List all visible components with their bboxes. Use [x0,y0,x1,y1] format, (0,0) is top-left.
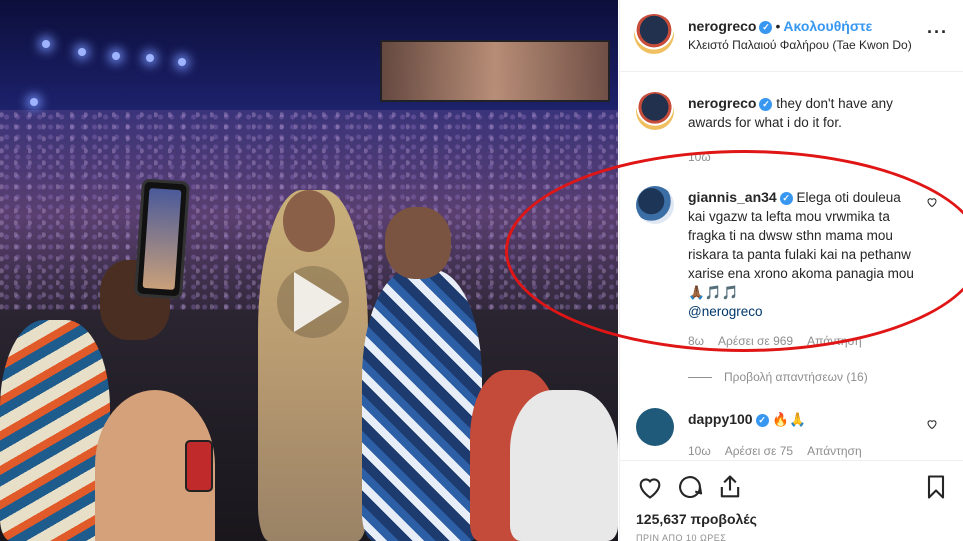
comment-text: Elega oti douleua kai vgazw ta lefta mou… [688,190,914,300]
author-username[interactable]: nerogreco [688,18,756,34]
comment-likes[interactable]: Αρέσει σε 75 [725,444,793,458]
heart-icon[interactable] [926,418,938,430]
comment-text-block: dappy100 ✓ 🔥🙏 [688,410,918,429]
fan-phone [133,178,191,300]
comments-list[interactable]: nerogreco ✓ they don't have any awards fo… [620,72,963,460]
caption-meta: 10ω [688,150,725,164]
performer-left-head [283,190,335,252]
more-options-icon[interactable]: ··· [927,22,948,43]
verified-badge-icon: ✓ [779,192,793,205]
comment-meta: 8ω Αρέσει σε 969 Απάντηση [688,334,876,348]
fan-shirt [0,320,110,541]
comment-text-block: giannis_an34 ✓ Elega oti douleua kai vgaz… [688,188,918,321]
post-media-video[interactable] [0,0,618,541]
comment-reply-button[interactable]: Απάντηση [807,334,862,348]
fan-phone-red [185,440,213,492]
separator-dot: • [775,18,781,34]
caption-text-block: nerogreco ✓ they don't have any awards fo… [688,94,918,132]
share-icon[interactable] [716,473,744,501]
performer-right [362,270,482,541]
heart-icon[interactable] [636,473,664,501]
author-line: nerogreco ✓ • Ακολουθήστε [688,18,872,34]
post-actions: 125,637 προβολές ΠΡΙΝ ΑΠΟ 10 ΩΡΕΣ [620,460,963,541]
author-avatar[interactable] [634,14,674,54]
verified-badge-icon: ✓ [759,21,773,34]
comment-icon[interactable] [676,473,704,501]
comment-avatar[interactable] [636,408,674,446]
view-replies-label: Προβολή απαντήσεων (16) [724,370,868,384]
comment-text: 🔥🙏 [772,412,806,427]
bookmark-icon[interactable] [922,473,950,501]
comment-time[interactable]: 10ω [688,444,711,458]
verified-badge-icon: ✓ [755,414,769,427]
play-icon[interactable] [277,266,349,338]
comment-username[interactable]: dappy100 [688,411,753,427]
post-timestamp: ΠΡΙΝ ΑΠΟ 10 ΩΡΕΣ [636,533,727,541]
follow-button[interactable]: Ακολουθήστε [783,18,872,34]
replies-line [688,376,712,378]
comment-likes[interactable]: Αρέσει σε 969 [718,334,793,348]
comment-mention-link[interactable]: @nerogreco [688,304,763,319]
view-replies-button[interactable]: Προβολή απαντήσεων (16) [688,370,868,384]
post-sidebar: nerogreco ✓ • Ακολουθήστε Κλειστό Παλαιού Φ… [619,0,963,541]
caption-time[interactable]: 10ω [688,150,711,164]
arena-screen [380,40,610,102]
comment-reply-button[interactable]: Απάντηση [807,444,862,458]
caption-username[interactable]: nerogreco [688,95,756,111]
performer-right-head [385,207,451,279]
comment-time[interactable]: 8ω [688,334,704,348]
fan-white [510,390,618,541]
heart-icon[interactable] [926,196,938,208]
caption-avatar[interactable] [636,92,674,130]
post-location[interactable]: Κλειστό Παλαιού Φαλήρου (Tae Kwon Do) [688,38,912,52]
comment-meta: 10ω Αρέσει σε 75 Απάντηση [688,444,876,458]
post-header: nerogreco ✓ • Ακολουθήστε Κλειστό Παλαιού Φ… [620,0,963,72]
comment-username[interactable]: giannis_an34 [688,189,777,205]
comment-avatar[interactable] [636,186,674,224]
view-count[interactable]: 125,637 προβολές [636,511,757,527]
verified-badge-icon: ✓ [759,98,773,111]
